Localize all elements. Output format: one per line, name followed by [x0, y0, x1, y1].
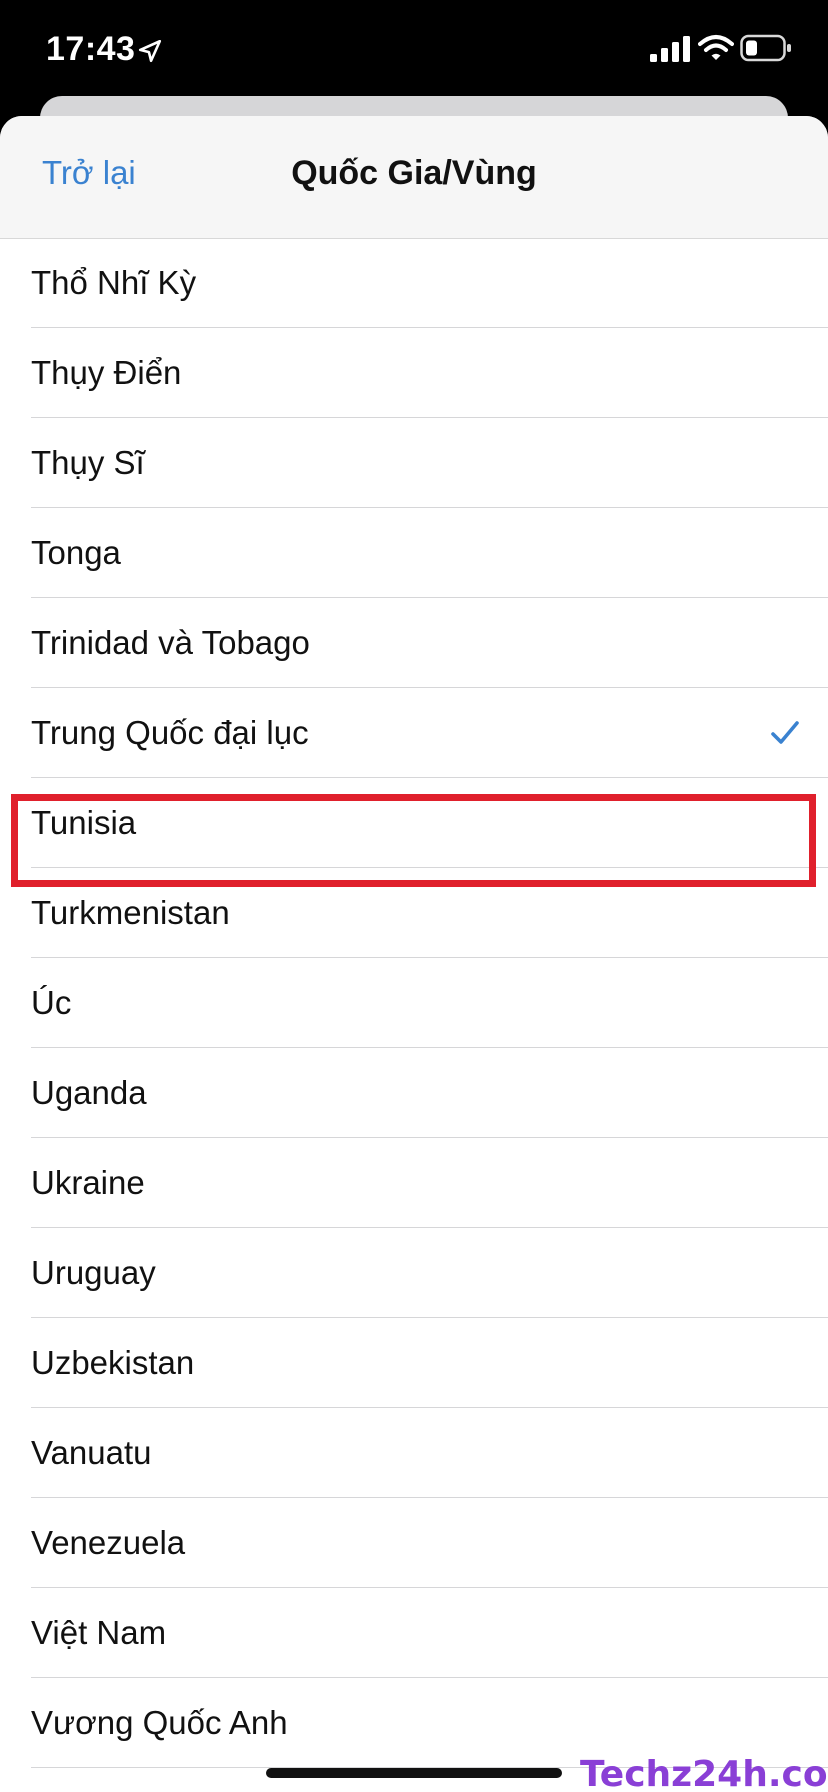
watermark-text: Techz24h.com — [580, 1754, 828, 1792]
list-item[interactable]: Turkmenistan — [0, 868, 828, 958]
location-arrow-icon — [138, 39, 162, 63]
list-item-label: Uganda — [31, 1074, 147, 1111]
wifi-icon — [698, 35, 734, 60]
list-item[interactable]: Úc — [0, 958, 828, 1048]
list-item[interactable]: Ukraine — [0, 1138, 828, 1228]
list-item-label: Vương Quốc Anh — [31, 1704, 288, 1741]
list-item-label: Thụy Sĩ — [31, 444, 145, 481]
list-item[interactable]: Uzbekistan — [0, 1318, 828, 1408]
status-bar: 17:43 — [0, 0, 828, 100]
list-item[interactable]: Việt Nam — [0, 1588, 828, 1678]
list-item-label: Việt Nam — [31, 1614, 167, 1651]
list-item-label: Thụy Điển — [31, 354, 182, 391]
list-item[interactable]: Trinidad và Tobago — [0, 598, 828, 688]
list-item[interactable]: Thổ Nhĩ Kỳ — [0, 238, 828, 328]
list-item-label: Tonga — [31, 534, 121, 571]
home-indicator[interactable] — [266, 1768, 562, 1778]
list-item-label: Tunisia — [31, 804, 137, 841]
list-item[interactable]: Uruguay — [0, 1228, 828, 1318]
phone-screen: 17:43 Trở lại Quốc Gia/Vùng Thổ Nhĩ Kỳ T… — [0, 0, 828, 1792]
battery-icon — [740, 34, 791, 62]
list-item-selected[interactable]: Trung Quốc đại lục — [0, 688, 828, 778]
navigation-bar: Trở lại Quốc Gia/Vùng — [0, 116, 828, 239]
list-item[interactable]: Venezuela — [0, 1498, 828, 1588]
country-region-sheet: Trở lại Quốc Gia/Vùng Thổ Nhĩ Kỳ Thụy Đi… — [0, 116, 828, 1792]
list-item-label: Ukraine — [31, 1164, 145, 1201]
status-time: 17:43 — [46, 30, 136, 68]
list-item-label: Venezuela — [31, 1524, 186, 1561]
list-item-label: Trung Quốc đại lục — [31, 714, 309, 751]
list-item[interactable]: Thụy Điển — [0, 328, 828, 418]
list-item-label: Trinidad và Tobago — [31, 624, 310, 661]
list-item-label: Uruguay — [31, 1254, 156, 1291]
list-item-label: Úc — [31, 984, 72, 1021]
cellular-signal-icon — [650, 36, 690, 62]
list-item-label: Turkmenistan — [31, 894, 230, 931]
list-item[interactable]: Tunisia — [0, 778, 828, 868]
list-item[interactable]: Thụy Sĩ — [0, 418, 828, 508]
list-item-label: Thổ Nhĩ Kỳ — [31, 264, 197, 301]
list-item[interactable]: Vanuatu — [0, 1408, 828, 1498]
page-title: Quốc Gia/Vùng — [291, 154, 537, 192]
list-item[interactable]: Uganda — [0, 1048, 828, 1138]
list-item-label: Uzbekistan — [31, 1344, 195, 1381]
list-item[interactable]: Tonga — [0, 508, 828, 598]
checkmark-icon — [771, 721, 799, 744]
list-item-label: Vanuatu — [31, 1434, 152, 1471]
country-list[interactable]: Thổ Nhĩ Kỳ Thụy Điển Thụy Sĩ Tonga Trini… — [0, 238, 828, 1768]
